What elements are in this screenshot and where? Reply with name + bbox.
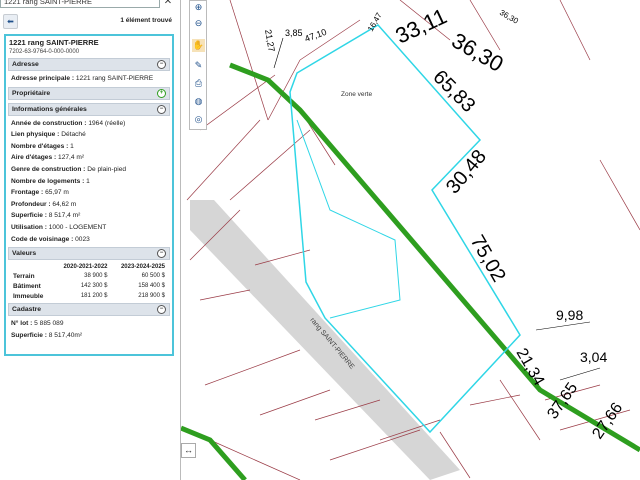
result-count: 1 élément trouvé bbox=[120, 17, 172, 24]
map-toolbar: ⊕ ⊖ ✋ ✎ ⎙ ◍ ◎ bbox=[189, 0, 207, 130]
map-canvas[interactable]: 3,85 47,10 16,47 33,11 36,30 36,30 21,27… bbox=[181, 0, 640, 480]
globe-icon[interactable]: ◍ bbox=[192, 95, 205, 108]
info-panel: 1221 rang SAINT-PIERRE ✕ ⬅ 1 élément tro… bbox=[0, 0, 181, 480]
info-row: Utilisation : 1000 - LOGEMENT bbox=[11, 223, 107, 231]
section-infos-body: Année de construction : 1964 (réelle) Li… bbox=[8, 116, 170, 248]
print-icon[interactable]: ⎙ bbox=[192, 77, 205, 90]
result-bar: ⬅ 1 élément trouvé bbox=[0, 14, 180, 30]
dim-label: 9,98 bbox=[556, 307, 583, 323]
toggle-panel-icon[interactable]: ↔ bbox=[181, 443, 196, 458]
section-title: Valeurs bbox=[12, 250, 37, 258]
section-adresse-header[interactable]: Adresse − bbox=[8, 58, 170, 71]
info-row: Profondeur : 64,62 m bbox=[11, 200, 77, 208]
collapse-icon[interactable]: − bbox=[157, 249, 166, 259]
section-valeurs-body: 2020-2021-2022 2023-2024-2025 Terrain 38… bbox=[8, 260, 170, 303]
info-row: Nombre d'étages : 1 bbox=[11, 142, 74, 150]
back-arrow-icon[interactable]: ⬅ bbox=[3, 14, 18, 29]
info-row: N° lot : 5 885 089 bbox=[11, 320, 64, 328]
section-cadastre-body: N° lot : 5 885 089 Superficie : 8 517,40… bbox=[8, 316, 170, 343]
collapse-icon[interactable]: − bbox=[157, 60, 166, 69]
collapse-icon[interactable]: − bbox=[157, 305, 166, 315]
column-header: 2020-2021-2022 bbox=[63, 263, 108, 270]
property-id: 7202-63-9764-0-000-0000 bbox=[9, 49, 80, 55]
section-valeurs-header[interactable]: Valeurs − bbox=[8, 247, 170, 261]
expand-icon[interactable]: + bbox=[157, 88, 166, 98]
section-title: Adresse bbox=[12, 61, 39, 68]
info-row: Nombre de logements : 1 bbox=[11, 177, 90, 185]
info-row: Année de construction : 1964 (réelle) bbox=[11, 119, 126, 127]
cadastral-map[interactable]: 3,85 47,10 16,47 33,11 36,30 36,30 21,27… bbox=[181, 0, 640, 480]
valeurs-table: 2020-2021-2022 2023-2024-2025 Terrain 38… bbox=[11, 262, 167, 301]
table-row: Terrain 38 900 $ 60 500 $ bbox=[13, 272, 165, 280]
search-input[interactable]: 1221 rang SAINT-PIERRE bbox=[0, 0, 160, 8]
section-proprietaire-header[interactable]: Propriétaire + bbox=[8, 86, 170, 100]
section-title: Cadastre bbox=[12, 306, 42, 314]
section-cadastre-header[interactable]: Cadastre − bbox=[8, 303, 170, 317]
dim-label: 3,85 bbox=[285, 28, 303, 38]
info-row: Frontage : 65,97 m bbox=[11, 189, 69, 197]
property-card: 1221 rang SAINT-PIERRE 7202-63-9764-0-00… bbox=[4, 34, 174, 356]
info-row: Superficie : 8 517,40m² bbox=[11, 331, 83, 339]
dim-label: 3,04 bbox=[580, 349, 607, 365]
measure-icon[interactable]: ✎ bbox=[192, 59, 205, 72]
section-infos-header[interactable]: Informations générales − bbox=[8, 102, 170, 116]
info-row: Superficie : 8 517,4 m² bbox=[11, 212, 81, 220]
section-title: Propriétaire bbox=[12, 89, 51, 97]
column-header: 2023-2024-2025 bbox=[120, 263, 165, 270]
zoom-out-icon[interactable]: ⊖ bbox=[192, 17, 205, 30]
field-value: 1221 rang SAINT-PIERRE bbox=[75, 75, 154, 82]
collapse-icon[interactable]: − bbox=[157, 104, 166, 114]
info-row: Code de voisinage : 0023 bbox=[11, 235, 90, 243]
close-icon[interactable]: ✕ bbox=[162, 0, 174, 8]
layers-icon[interactable]: ◎ bbox=[192, 113, 205, 126]
pan-hand-icon[interactable]: ✋ bbox=[192, 39, 205, 52]
property-title: 1221 rang SAINT-PIERRE bbox=[9, 38, 99, 47]
section-adresse-body: Adresse principale : 1221 rang SAINT-PIE… bbox=[8, 71, 170, 87]
field-label: Adresse principale : bbox=[11, 75, 75, 82]
info-row: Lien physique : Détaché bbox=[11, 131, 86, 139]
table-row: Bâtiment 142 300 $ 158 400 $ bbox=[13, 282, 165, 290]
info-row: Aire d'étages : 127,4 m² bbox=[11, 154, 85, 162]
table-row: Immeuble 181 200 $ 218 900 $ bbox=[13, 292, 165, 300]
info-row: Genre de construction : De plain-pied bbox=[11, 165, 127, 173]
section-title: Informations générales bbox=[12, 105, 87, 113]
zone-label: Zone verte bbox=[341, 91, 373, 98]
zoom-in-icon[interactable]: ⊕ bbox=[192, 1, 205, 14]
